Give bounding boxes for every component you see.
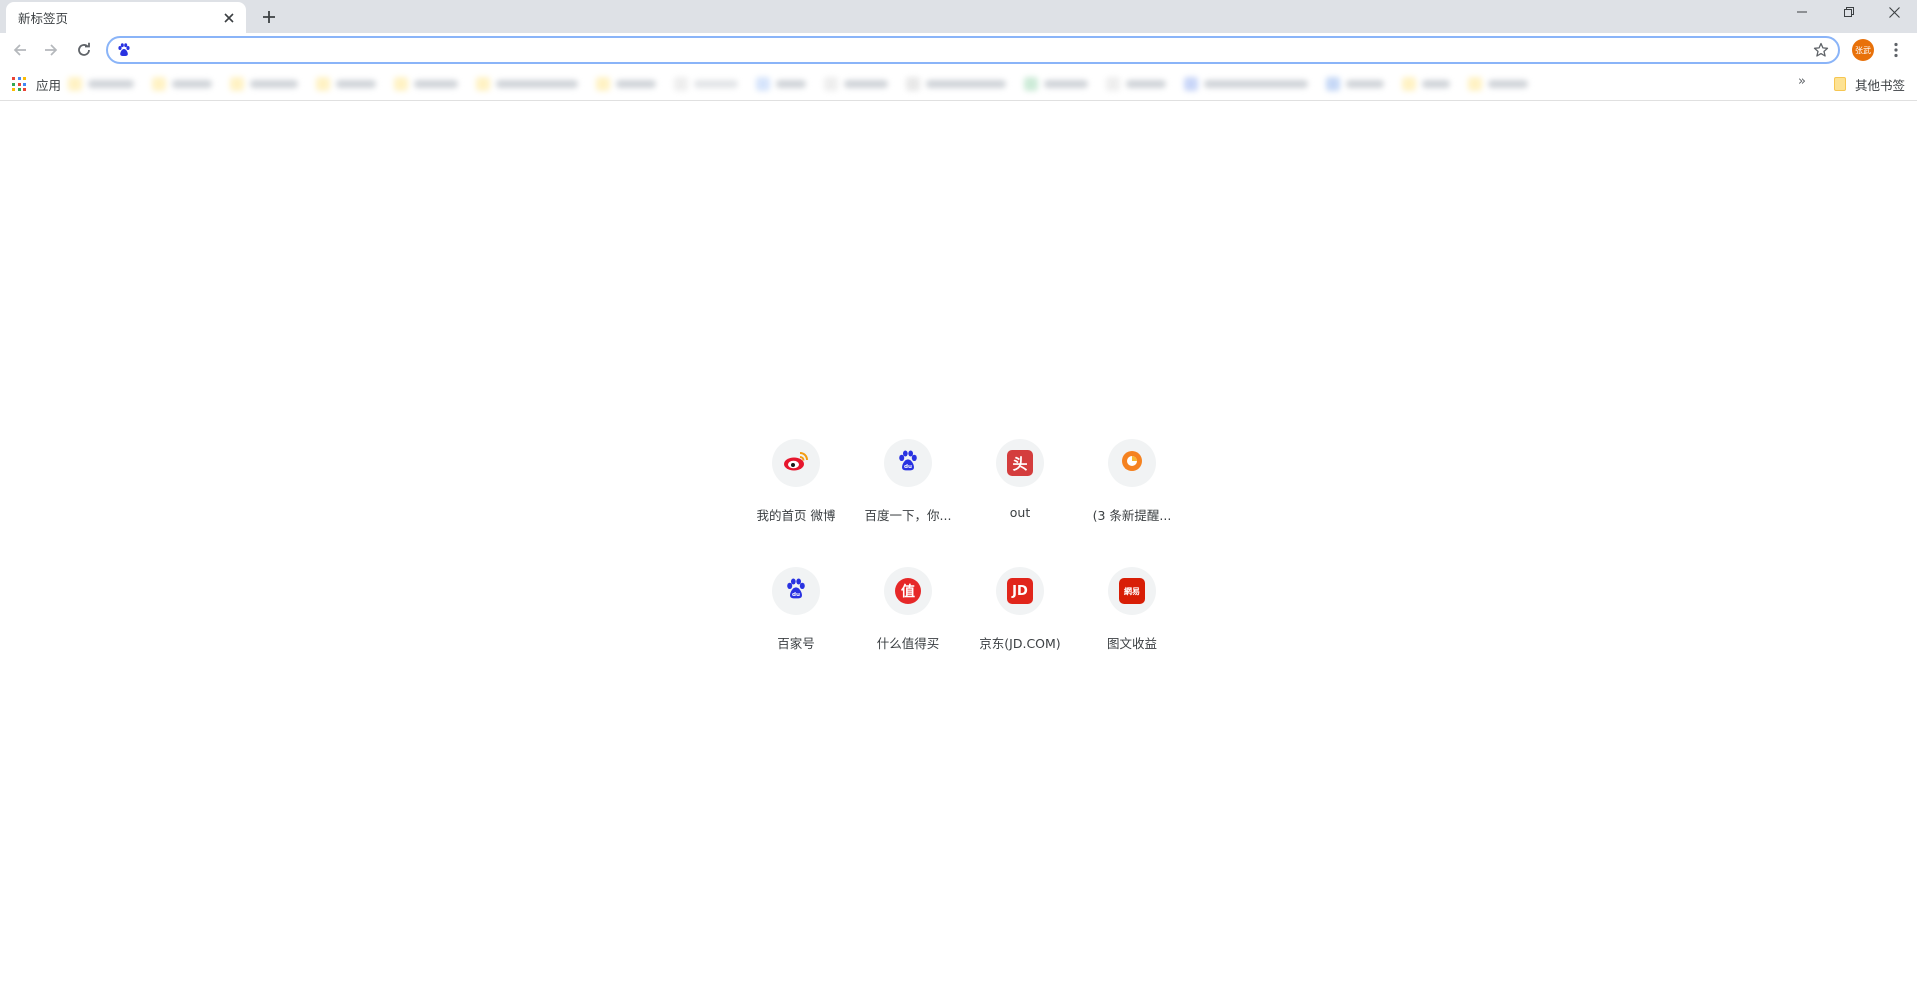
bookmark-item[interactable] <box>1184 77 1308 91</box>
bookmark-item[interactable] <box>1326 77 1384 91</box>
svg-text:du: du <box>792 592 800 598</box>
bookmark-item[interactable] <box>596 77 656 91</box>
tab-new-tab[interactable]: 新标签页 <box>6 2 246 33</box>
back-arrow-icon[interactable] <box>8 38 32 62</box>
close-icon[interactable] <box>220 9 238 27</box>
tile-icon-container: du <box>772 567 820 615</box>
bookmark-item[interactable] <box>476 77 578 91</box>
bookmark-item[interactable] <box>1106 77 1166 91</box>
zhide-icon: 值 <box>895 578 921 604</box>
tile-netease[interactable]: 網易 图文收益 <box>1076 559 1188 687</box>
forward-arrow-icon[interactable] <box>39 38 63 62</box>
bookmark-item[interactable] <box>1024 77 1088 91</box>
tile-baidu[interactable]: du 百度一下，你... <box>852 431 964 559</box>
bookmark-item[interactable] <box>674 77 738 91</box>
tile-icon-container: du <box>884 439 932 487</box>
tile-icon-container <box>772 439 820 487</box>
baidu-paw-icon <box>116 42 132 58</box>
bookmarks-bar: 应用 » 其他书签 <box>0 67 1917 101</box>
tile-baijiahao[interactable]: du 百家号 <box>740 559 852 687</box>
bookmark-item[interactable] <box>1402 77 1450 91</box>
star-icon[interactable] <box>1810 39 1832 61</box>
tile-icon-container: 头 <box>996 439 1044 487</box>
bookmarks-overflow-button[interactable]: » <box>1798 74 1806 89</box>
apps-grid-icon <box>12 77 26 91</box>
tile-icon-container: 值 <box>884 567 932 615</box>
bookmark-item[interactable] <box>152 77 212 91</box>
tile-label: 什么值得买 <box>876 636 940 651</box>
minimize-icon[interactable] <box>1779 0 1825 24</box>
more-vert-icon[interactable] <box>1884 38 1908 62</box>
apps-shortcut[interactable]: 应用 <box>12 73 61 95</box>
tile-sohu[interactable]: (3 条新提醒... <box>1076 431 1188 559</box>
new-tab-button[interactable] <box>257 5 281 29</box>
profile-avatar[interactable]: 张武 <box>1852 39 1874 61</box>
tile-weibo[interactable]: 我的首页 微博 <box>740 431 852 559</box>
bookmark-item[interactable] <box>756 77 806 91</box>
folder-icon <box>1834 77 1846 91</box>
netease-icon: 網易 <box>1119 578 1145 604</box>
tile-toutiao[interactable]: 头 out <box>964 431 1076 559</box>
apps-label: 应用 <box>36 77 62 93</box>
toutiao-icon: 头 <box>1007 450 1033 476</box>
bookmark-item[interactable] <box>68 77 134 91</box>
reload-icon[interactable] <box>72 38 96 62</box>
bookmark-item[interactable] <box>906 77 1006 91</box>
most-visited-grid: 我的首页 微博 du 百度一下，你... 头 out (3 条新提醒... du… <box>740 431 1188 687</box>
tile-smzdm[interactable]: 值 什么值得买 <box>852 559 964 687</box>
tile-jd[interactable]: JD 京东(JD.COM) <box>964 559 1076 687</box>
tile-label: 百家号 <box>777 636 815 651</box>
svg-text:du: du <box>904 464 912 470</box>
restore-icon[interactable] <box>1826 0 1872 24</box>
tile-icon-container <box>1108 439 1156 487</box>
blurred-bookmarks <box>68 73 1668 95</box>
baidu-icon: du <box>897 450 919 476</box>
address-input[interactable] <box>138 39 1810 61</box>
tile-icon-container: 網易 <box>1108 567 1156 615</box>
address-bar[interactable] <box>106 36 1840 64</box>
baidu-icon: du <box>785 578 807 604</box>
bookmark-item[interactable] <box>1468 77 1528 91</box>
toolbar: 张武 <box>0 33 1917 67</box>
window-close-icon[interactable] <box>1871 0 1917 24</box>
sohu-icon <box>1119 448 1145 478</box>
tab-strip: 新标签页 <box>0 0 1917 33</box>
tile-icon-container: JD <box>996 567 1044 615</box>
tab-title: 新标签页 <box>18 11 69 26</box>
tile-label: 我的首页 微博 <box>756 508 836 523</box>
other-bookmarks-label: 其他书签 <box>1855 77 1906 93</box>
weibo-icon <box>783 450 809 476</box>
other-bookmarks-folder[interactable]: 其他书签 <box>1834 73 1905 95</box>
bookmark-item[interactable] <box>230 77 298 91</box>
tile-label: 图文收益 <box>1106 636 1157 651</box>
jd-icon: JD <box>1007 578 1033 604</box>
tile-label: 京东(JD.COM) <box>979 636 1061 651</box>
bookmark-item[interactable] <box>394 77 458 91</box>
tile-label: out <box>1009 505 1031 520</box>
bookmark-item[interactable] <box>316 77 376 91</box>
tile-label: 百度一下，你... <box>864 508 952 523</box>
profile-label: 张武 <box>1855 45 1871 55</box>
bookmark-item[interactable] <box>824 77 888 91</box>
tile-label: (3 条新提醒... <box>1092 508 1172 523</box>
